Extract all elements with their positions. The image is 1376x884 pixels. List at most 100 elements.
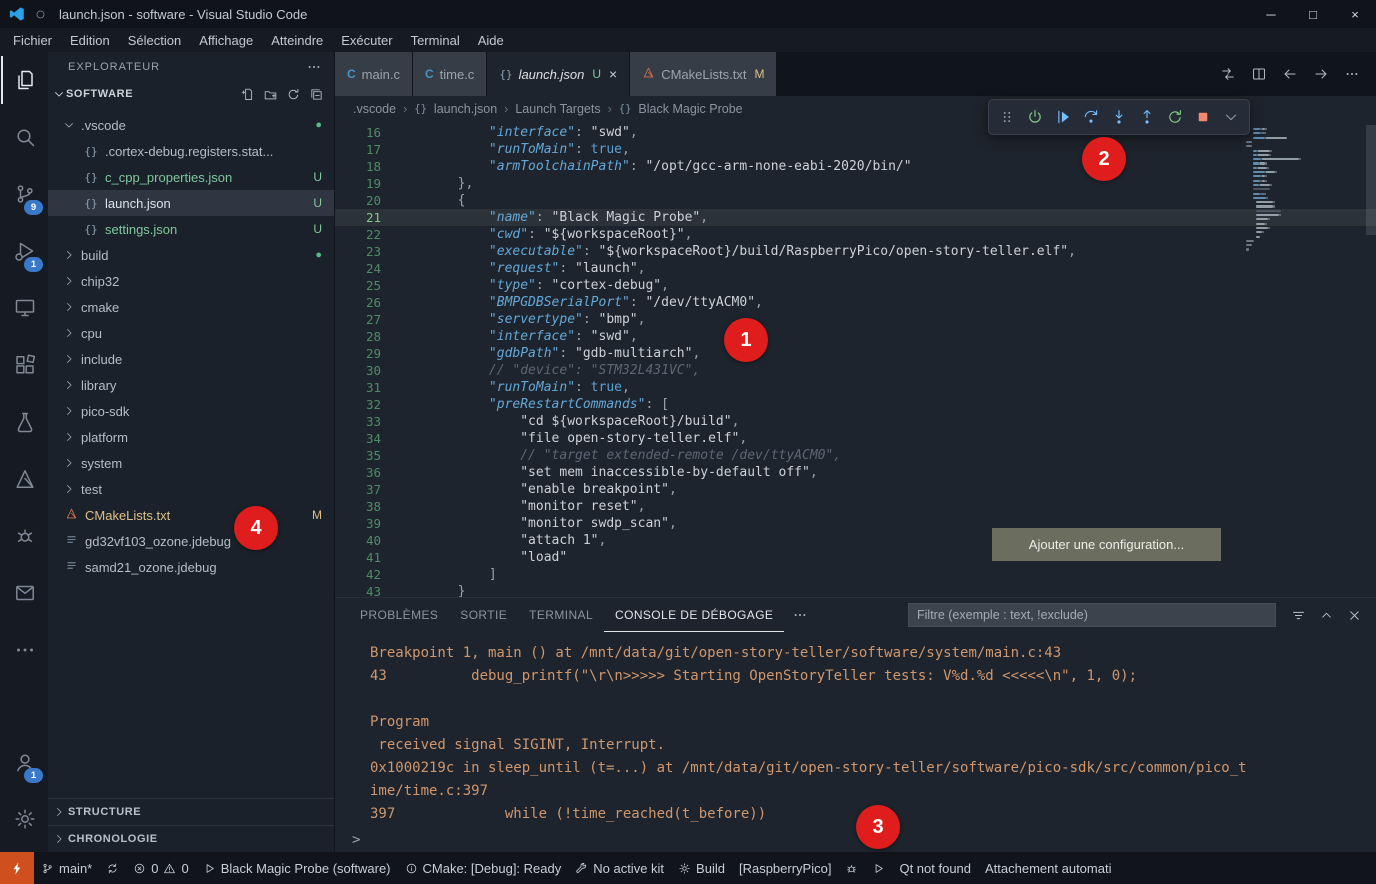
- step-over-button[interactable]: [1078, 104, 1104, 130]
- add-configuration-button[interactable]: Ajouter une configuration...: [992, 528, 1221, 561]
- code-line[interactable]: 22 "cwd": "${workspaceRoot}",: [335, 226, 1376, 243]
- remote-indicator[interactable]: [0, 852, 34, 884]
- menu-fichier[interactable]: Fichier: [4, 33, 61, 48]
- code-line[interactable]: 23 "executable": "${workspaceRoot}/build…: [335, 243, 1376, 260]
- tree-item-system[interactable]: system: [48, 450, 334, 476]
- code-line[interactable]: 26 "BMPGDBSerialPort": "/dev/ttyACM0",: [335, 294, 1376, 311]
- stop-button[interactable]: [1190, 104, 1216, 130]
- code-line[interactable]: 24 "request": "launch",: [335, 260, 1376, 277]
- more-actions-icon[interactable]: [792, 607, 808, 623]
- tree-item-cpu[interactable]: cpu: [48, 320, 334, 346]
- activity-explorer[interactable]: [1, 56, 47, 104]
- code-line[interactable]: 20 {: [335, 192, 1376, 209]
- status-build[interactable]: Build: [671, 852, 732, 884]
- explorer-section-header[interactable]: SOFTWARE: [48, 82, 334, 106]
- section-structure[interactable]: STRUCTURE: [48, 798, 334, 825]
- tree-item-settings-json[interactable]: {}settings.jsonU: [48, 216, 334, 242]
- menu-affichage[interactable]: Affichage: [190, 33, 262, 48]
- step-into-button[interactable]: [1106, 104, 1132, 130]
- tree-item-cmakelists-txt[interactable]: CMakeLists.txtM: [48, 502, 334, 528]
- tree-item-cortex-debug-registers-stat[interactable]: {}.cortex-debug.registers.stat...: [48, 138, 334, 164]
- filter-input[interactable]: [908, 603, 1276, 627]
- code-line[interactable]: 34 "file open-story-teller.elf",: [335, 430, 1376, 447]
- panel-tab-terminal[interactable]: TERMINAL: [518, 598, 604, 632]
- tab-main-c[interactable]: Cmain.c: [335, 52, 413, 96]
- collapse-all-icon[interactable]: [309, 87, 324, 102]
- activity-source-control[interactable]: 9: [1, 170, 47, 218]
- gripper-button[interactable]: [994, 104, 1020, 130]
- tree-item-pico-sdk[interactable]: pico-sdk: [48, 398, 334, 424]
- chevron-up-icon[interactable]: [1319, 608, 1334, 623]
- code-line[interactable]: 19 },: [335, 175, 1376, 192]
- tab-launch-json[interactable]: {}launch.jsonU×: [487, 52, 630, 96]
- code-line[interactable]: 27 "servertype": "bmp",: [335, 311, 1376, 328]
- new-folder-icon[interactable]: [263, 87, 278, 102]
- close-tab-icon[interactable]: ×: [609, 66, 617, 82]
- activity-more-views[interactable]: [1, 626, 47, 674]
- code-line[interactable]: 17 "runToMain": true,: [335, 141, 1376, 158]
- code-line[interactable]: 35 // "target extended-remote /dev/ttyAC…: [335, 447, 1376, 464]
- close-icon[interactable]: [1347, 608, 1362, 623]
- code-line[interactable]: 33 "cd ${workspaceRoot}/build",: [335, 413, 1376, 430]
- menu-atteindre[interactable]: Atteindre: [262, 33, 332, 48]
- code-line[interactable]: 30 // "device": "STM32L431VC",: [335, 362, 1376, 379]
- tab-cmakelists-txt[interactable]: CMakeLists.txtM: [630, 52, 777, 96]
- status-active-kit[interactable]: No active kit: [568, 852, 671, 884]
- code-line[interactable]: 21 "name": "Black Magic Probe",: [335, 209, 1376, 226]
- tree-item-cmake[interactable]: cmake: [48, 294, 334, 320]
- status-launch-target[interactable]: Black Magic Probe (software): [196, 852, 398, 884]
- panel-tab-sortie[interactable]: SORTIE: [449, 598, 518, 632]
- menu-ex-cuter[interactable]: Exécuter: [332, 33, 401, 48]
- activity-remote-explorer[interactable]: [1, 284, 47, 332]
- editor-scrollbar[interactable]: [1366, 125, 1376, 235]
- tree-item-library[interactable]: library: [48, 372, 334, 398]
- code-line[interactable]: 37 "enable breakpoint",: [335, 481, 1376, 498]
- tree-item-launch-json[interactable]: {}launch.jsonU: [48, 190, 334, 216]
- more-actions-icon[interactable]: [306, 59, 322, 75]
- tree-item-vscode[interactable]: .vscode●: [48, 112, 334, 138]
- activity-testing[interactable]: [1, 398, 47, 446]
- code-line[interactable]: 31 "runToMain": true,: [335, 379, 1376, 396]
- status-problems[interactable]: 00: [126, 852, 195, 884]
- restart-button[interactable]: [1162, 104, 1188, 130]
- status-run[interactable]: [865, 852, 892, 884]
- refresh-icon[interactable]: [286, 87, 301, 102]
- status-cmake-status[interactable]: CMake: [Debug]: Ready: [398, 852, 569, 884]
- arrow-left-icon[interactable]: [1282, 66, 1298, 82]
- activity-extensions[interactable]: [1, 341, 47, 389]
- filter-lines-icon[interactable]: [1291, 608, 1306, 623]
- menu-terminal[interactable]: Terminal: [402, 33, 469, 48]
- split-editor-icon[interactable]: [1251, 66, 1267, 82]
- open-changes-icon[interactable]: [1220, 66, 1236, 82]
- code-line[interactable]: 36 "set mem inaccessible-by-default off"…: [335, 464, 1376, 481]
- minimize-button[interactable]: ─: [1250, 0, 1292, 28]
- code-line[interactable]: 25 "type": "cortex-debug",: [335, 277, 1376, 294]
- status-auto-attach[interactable]: Attachement automati: [978, 852, 1118, 884]
- tree-item-include[interactable]: include: [48, 346, 334, 372]
- tree-item-c-cpp-properties-json[interactable]: {}c_cpp_properties.jsonU: [48, 164, 334, 190]
- step-out-button[interactable]: [1134, 104, 1160, 130]
- status-build-variant[interactable]: [RaspberryPico]: [732, 852, 838, 884]
- tab-time-c[interactable]: Ctime.c: [413, 52, 487, 96]
- continue-button[interactable]: [1050, 104, 1076, 130]
- breadcrumb-item-launch-targets[interactable]: Launch Targets: [515, 102, 600, 116]
- tree-item-platform[interactable]: platform: [48, 424, 334, 450]
- tree-item-samd21-ozone-jdebug[interactable]: samd21_ozone.jdebug: [48, 554, 334, 580]
- activity-leak-detector[interactable]: [1, 512, 47, 560]
- breadcrumb-item-vscode[interactable]: .vscode: [353, 102, 396, 116]
- tree-item-chip32[interactable]: chip32: [48, 268, 334, 294]
- status-debug[interactable]: [838, 852, 865, 884]
- arrow-right-icon[interactable]: [1313, 66, 1329, 82]
- status-git-branch[interactable]: main*: [34, 852, 99, 884]
- activity-search[interactable]: [1, 113, 47, 161]
- code-line[interactable]: 29 "gdbPath": "gdb-multiarch",: [335, 345, 1376, 362]
- power-button[interactable]: [1022, 104, 1048, 130]
- tree-item-test[interactable]: test: [48, 476, 334, 502]
- code-line[interactable]: 43 }: [335, 583, 1376, 597]
- tree-item-build[interactable]: build●: [48, 242, 334, 268]
- activity-accounts[interactable]: 1: [1, 738, 47, 786]
- activity-settings[interactable]: [1, 795, 47, 843]
- code-line[interactable]: 32 "preRestartCommands": [: [335, 396, 1376, 413]
- maximize-button[interactable]: □: [1292, 0, 1334, 28]
- code-line[interactable]: 28 "interface": "swd",: [335, 328, 1376, 345]
